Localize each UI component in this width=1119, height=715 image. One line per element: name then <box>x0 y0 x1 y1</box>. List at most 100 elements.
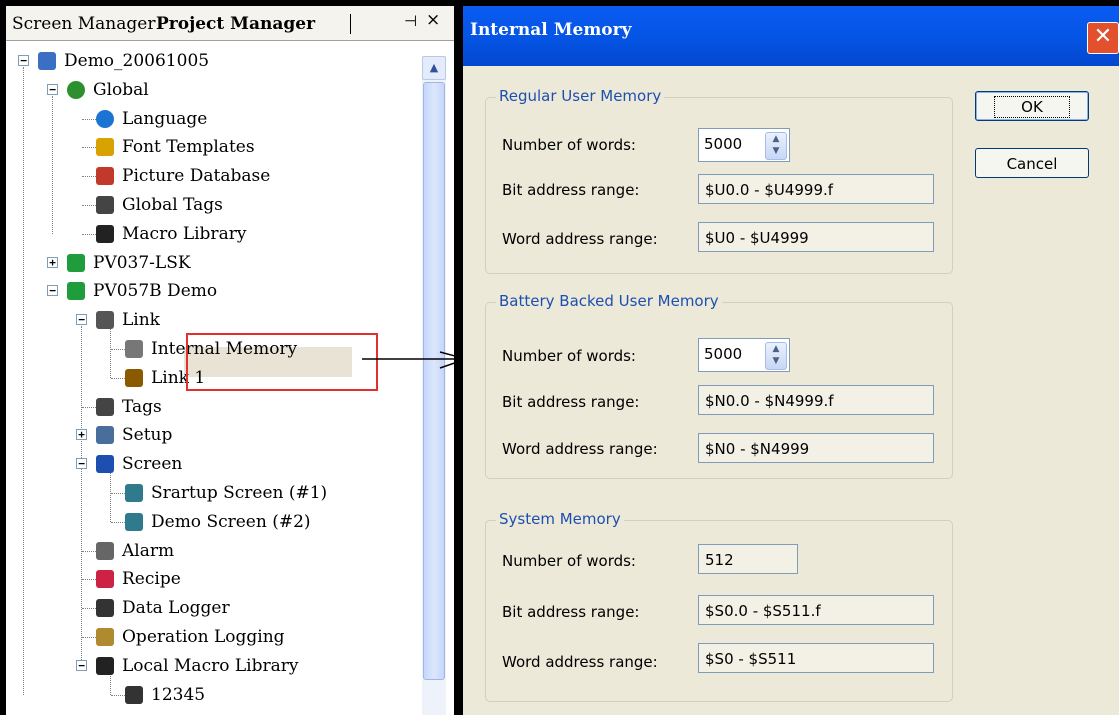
system-memory-group: System Memory Number of words: 512 Bit a… <box>485 510 953 702</box>
collapse-icon[interactable]: − <box>47 83 58 95</box>
tree-node-label: Font Templates <box>122 137 255 158</box>
tree-node-label: PV057B Demo <box>93 281 218 302</box>
ok-button[interactable]: OK <box>975 91 1089 121</box>
regular-bit-range-field: $U0.0 - $U4999.f <box>698 174 934 204</box>
regular-user-memory-group: Regular User Memory Number of words: 500… <box>485 87 953 274</box>
spin-up-down-icon[interactable]: ▲ ▼ <box>765 342 787 370</box>
collapse-icon[interactable]: − <box>76 659 87 671</box>
chip-icon <box>125 340 143 358</box>
tree-node-label: Link <box>122 310 160 331</box>
logger-icon <box>96 599 114 618</box>
cancel-button[interactable]: Cancel <box>975 148 1089 178</box>
battery-bit-range-field: $N0.0 - $N4999.f <box>698 385 934 415</box>
tree-node[interactable]: − Demo_20061005 <box>6 47 416 75</box>
tree-node[interactable]: Tags <box>6 393 416 421</box>
tree-node[interactable]: − Screen <box>6 450 416 478</box>
tree-node[interactable]: Recipe <box>6 565 416 593</box>
tree-node-label: Srartup Screen (#1) <box>151 483 328 503</box>
tree-node[interactable]: − Local Macro Library <box>6 652 416 680</box>
tree-node-label: Global <box>93 79 149 100</box>
battery-words-stepper[interactable]: 5000 ▲ ▼ <box>698 338 790 372</box>
ok-label: OK <box>994 96 1070 118</box>
tree-node-label: Data Logger <box>122 598 230 619</box>
earth-icon <box>96 109 114 128</box>
tag-icon <box>96 397 114 416</box>
battery-backed-memory-group: Battery Backed User Memory Number of wor… <box>485 292 953 479</box>
dialog-title: Internal Memory <box>470 20 632 40</box>
callout-arrow <box>362 351 454 369</box>
tree-node-label: Demo Screen (#2) <box>151 511 311 532</box>
words-label: Number of words: <box>502 552 636 570</box>
book-icon <box>96 656 114 675</box>
tree-node-label: Macro Library <box>122 223 247 244</box>
project-icon <box>38 52 56 70</box>
tree-node[interactable]: 12345 <box>6 681 416 709</box>
group-title: System Memory <box>496 510 624 528</box>
tree-node[interactable]: − Global <box>6 76 416 104</box>
tree-node[interactable]: − PV057B Demo <box>6 277 416 305</box>
tree-node-label: Local Macro Library <box>122 655 299 676</box>
tab-project-manager[interactable]: Project Manager <box>156 14 315 34</box>
collapse-icon[interactable]: − <box>18 55 29 66</box>
tree-node-label: Operation Logging <box>122 627 285 647</box>
book-icon <box>96 224 114 243</box>
regular-words-stepper[interactable]: 5000 ▲ ▼ <box>698 128 790 162</box>
screen-icon <box>96 455 114 474</box>
globe-pin-icon <box>67 80 85 99</box>
tree-node[interactable]: + Setup <box>6 421 416 449</box>
spin-up-down-icon[interactable]: ▲ ▼ <box>765 132 787 160</box>
tree-node-label: PV037-LSK <box>93 252 191 273</box>
dialog-close-button[interactable]: ✕ <box>1087 22 1119 54</box>
collapse-icon[interactable]: − <box>47 285 58 297</box>
word-range-label: Word address range: <box>502 440 658 458</box>
expand-icon[interactable]: + <box>76 429 87 441</box>
group-title: Regular User Memory <box>496 87 665 105</box>
collapse-icon[interactable]: − <box>76 314 87 326</box>
device-icon <box>67 282 85 301</box>
tab-screen-manager[interactable]: Screen Manager <box>12 14 155 34</box>
close-icon[interactable]: × <box>426 10 440 30</box>
tree-node[interactable]: Global Tags <box>6 191 416 219</box>
device-icon <box>67 253 85 272</box>
tab-divider <box>350 14 351 34</box>
word-range-label: Word address range: <box>502 653 658 671</box>
expand-icon[interactable]: + <box>47 256 58 268</box>
tree-node[interactable]: Macro Library <box>6 220 416 248</box>
picture-icon <box>96 167 114 186</box>
project-manager-pane: Screen Manager Project Manager ⊣ × − Demo… <box>6 6 454 715</box>
dialog-titlebar[interactable]: Internal Memory ✕ <box>463 6 1119 66</box>
tree-node-label: Screen <box>122 454 183 475</box>
pin-icon[interactable]: ⊣ <box>404 12 417 30</box>
word-range-label: Word address range: <box>502 230 658 248</box>
stepper-value: 5000 <box>704 345 743 363</box>
bit-range-label: Bit address range: <box>502 181 640 199</box>
system-word-range-field: $S0 - $S511 <box>698 643 934 673</box>
tree-node[interactable]: Demo Screen (#2) <box>6 508 416 536</box>
tree-node[interactable]: − Link <box>6 306 416 334</box>
tag-icon <box>96 196 114 214</box>
tree-node[interactable]: Picture Database <box>6 162 416 190</box>
tree-node[interactable]: Language <box>6 105 416 133</box>
words-label: Number of words: <box>502 347 636 365</box>
tree-node[interactable]: + PV037-LSK <box>6 249 416 277</box>
font-icon <box>96 138 114 157</box>
stepper-value: 5000 <box>704 135 743 153</box>
collapse-icon[interactable]: − <box>76 458 87 470</box>
link-icon <box>96 311 114 330</box>
bit-range-label: Bit address range: <box>502 603 640 621</box>
tree-node-label: Demo_20061005 <box>64 51 210 71</box>
wrench-icon <box>96 426 114 445</box>
callout-highlight-box <box>186 333 378 391</box>
bell-icon <box>96 541 114 560</box>
system-bit-range-field: $S0.0 - $S511.f <box>698 595 934 625</box>
tree-node[interactable]: Alarm <box>6 537 416 565</box>
tree-node-label: Picture Database <box>122 166 271 187</box>
scroll-up-button[interactable]: ▲ <box>422 56 446 80</box>
tree-node[interactable]: Font Templates <box>6 133 416 161</box>
tree-node[interactable]: Data Logger <box>6 594 416 622</box>
words-label: Number of words: <box>502 136 636 154</box>
tree-node-label: Tags <box>122 396 162 417</box>
tree-node[interactable]: Srartup Screen (#1) <box>6 479 416 507</box>
system-words-field: 512 <box>698 544 798 574</box>
tree-node[interactable]: Operation Logging <box>6 623 416 651</box>
